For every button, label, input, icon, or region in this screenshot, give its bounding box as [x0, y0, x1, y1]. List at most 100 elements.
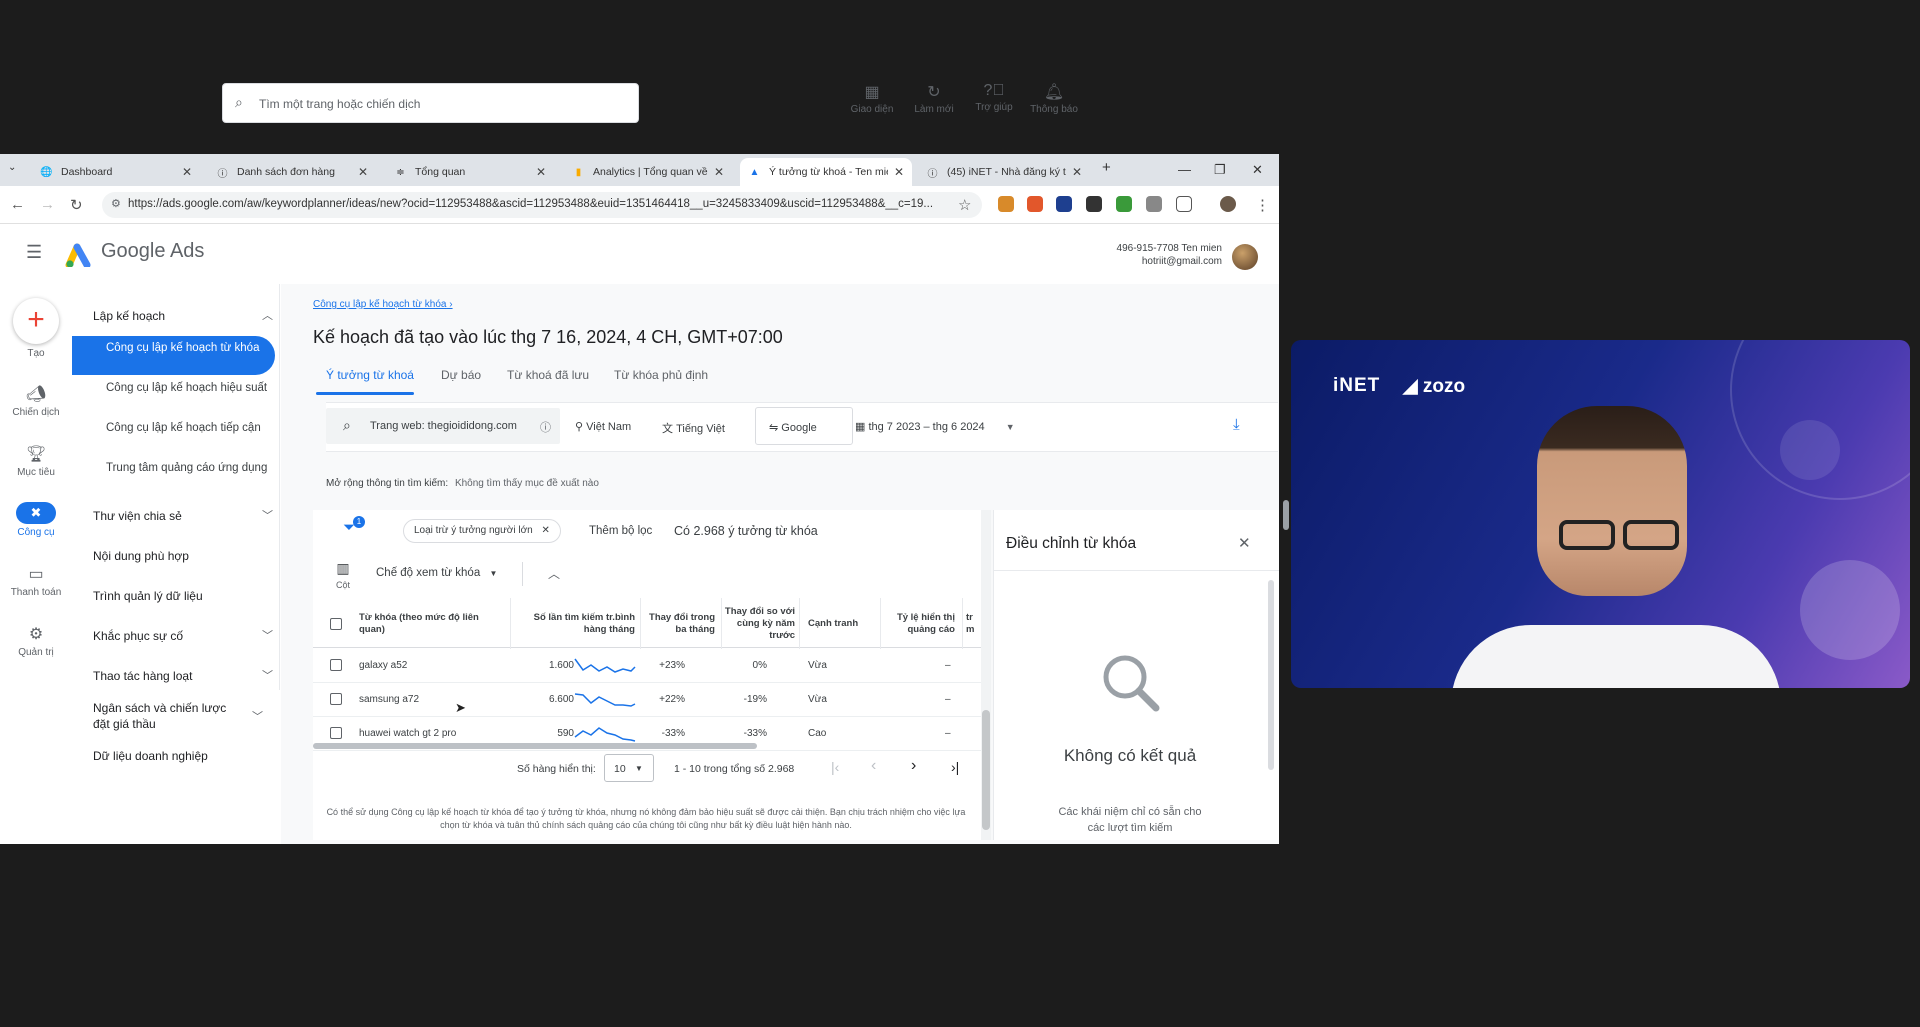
add-filter-button[interactable]: Thêm bộ lọc	[589, 525, 652, 537]
rail-item-goals[interactable]: 🏆︎ Mục tiêu	[0, 444, 72, 478]
sidenav-item-shared-library[interactable]: Thư viện chia sẻ ﹀	[93, 508, 273, 524]
col-three-month-change[interactable]: Thay đổi trong ba tháng	[643, 612, 715, 636]
sidenav-item-data-manager[interactable]: Trình quản lý dữ liệu	[93, 588, 273, 604]
rail-item-admin[interactable]: ⚙ Quản trị	[0, 624, 72, 658]
appearance-button[interactable]: ▦ Giao diện	[842, 82, 902, 115]
rows-per-page-select[interactable]: 10 ▼	[604, 754, 654, 782]
sidenav-item-budgets-bidding[interactable]: Ngân sách và chiến lược đặt giá thầu	[93, 700, 243, 732]
restore-icon[interactable]: ❐	[1214, 162, 1226, 178]
sidenav-item-bulk-actions[interactable]: Thao tác hàng loạt ﹀	[93, 668, 273, 684]
tab-search-icon[interactable]: ⌄	[8, 162, 16, 173]
minimize-icon[interactable]: —	[1178, 162, 1191, 177]
extension-icon[interactable]	[1056, 196, 1072, 212]
help-button[interactable]: ?⃝ Trợ giúp	[964, 82, 1024, 113]
tab-forecast[interactable]: Dự báo	[441, 368, 481, 382]
website-filter[interactable]: ⌕ Trang web: thegioididong.com ⓘ	[326, 408, 560, 444]
row-checkbox[interactable]	[330, 727, 342, 739]
url-field[interactable]: ⚙ https://ads.google.com/aw/keywordplann…	[102, 192, 982, 218]
horizontal-scrollbar[interactable]	[313, 743, 757, 749]
extension-icon[interactable]	[1027, 196, 1043, 212]
browser-tab[interactable]: ≑ Tổng quan ✕	[386, 158, 554, 186]
col-competition[interactable]: Cạnh tranh	[808, 618, 862, 630]
tab-negative-keywords[interactable]: Từ khóa phủ định	[614, 368, 708, 382]
next-page-icon[interactable]: ›	[911, 757, 916, 775]
extension-icon[interactable]	[1086, 196, 1102, 212]
col-avg-searches[interactable]: Số lần tìm kiếm tr.bình hàng tháng	[527, 612, 635, 636]
reload-icon[interactable]: ↻	[70, 196, 83, 214]
view-mode-dropdown[interactable]: Chế độ xem từ khóa ▼	[376, 567, 497, 579]
search-input[interactable]: ⌕ Tìm một trang hoặc chiến dịch	[222, 83, 639, 123]
table-row[interactable]: galaxy a52 1.600 +23% 0% Vừa –	[313, 649, 981, 683]
forward-icon[interactable]: →	[40, 196, 55, 213]
extension-icon[interactable]	[998, 196, 1014, 212]
profile-avatar[interactable]	[1220, 196, 1236, 212]
previous-page-icon[interactable]: ‹	[871, 757, 876, 775]
close-icon[interactable]: ✕	[182, 165, 192, 179]
back-icon[interactable]: ←	[10, 196, 25, 213]
camera-icon[interactable]	[1146, 196, 1162, 212]
collapse-chevron-icon[interactable]: ︿	[548, 565, 560, 582]
rail-item-create[interactable]: + Tạo	[0, 298, 72, 359]
rail-item-billing[interactable]: ▭ Thanh toán	[0, 564, 72, 598]
sidenav-item-business-data[interactable]: Dữ liệu doanh nghiệp	[93, 748, 273, 764]
rail-item-campaigns[interactable]: 📣︎ Chiến dịch	[0, 384, 72, 418]
account-info[interactable]: 496-915-7708 Ten mien hotriit@gmail.com	[1100, 242, 1222, 268]
close-icon[interactable]: ✕	[894, 165, 904, 179]
last-page-icon[interactable]: ›|	[951, 759, 959, 775]
browser-tab[interactable]: ⓘ Danh sách đơn hàng ✕	[208, 158, 376, 186]
close-icon[interactable]: ✕	[358, 165, 368, 179]
extensions-puzzle-icon[interactable]	[1176, 196, 1192, 212]
sidenav-item-troubleshooting[interactable]: Khắc phục sự cố ﹀	[93, 628, 273, 644]
scrollbar-thumb[interactable]	[982, 710, 990, 830]
tab-keyword-ideas[interactable]: Ý tưởng từ khoá	[326, 368, 414, 382]
sidenav-item-content-suitability[interactable]: Nội dung phù hợp	[93, 548, 273, 564]
col-keyword[interactable]: Từ khóa (theo mức độ liên quan)	[359, 612, 487, 636]
menu-icon[interactable]: ☰	[26, 242, 42, 263]
sidenav-sub-app-ads-hub[interactable]: Trung tâm quảng cáo ứng dụng	[106, 460, 271, 476]
rail-item-tools[interactable]: ✖ Công cụ	[0, 502, 72, 538]
tab-saved-keywords[interactable]: Từ khoá đã lưu	[507, 368, 589, 382]
sidenav-sub-reach-planner[interactable]: Công cụ lập kế hoạch tiếp cận	[106, 420, 271, 436]
split-view-handle[interactable]	[1283, 500, 1289, 530]
row-checkbox[interactable]	[330, 659, 342, 671]
columns-button[interactable]: ▥ Cột	[333, 560, 353, 590]
trend-sparkline	[574, 658, 636, 673]
sidenav-sub-performance-planner[interactable]: Công cụ lập kế hoạch hiệu suất	[106, 380, 271, 396]
browser-tab-active[interactable]: ▲ Ý tưởng từ khoá - Ten mie ✕	[740, 158, 912, 186]
select-all-checkbox[interactable]	[330, 618, 342, 630]
vertical-scrollbar[interactable]	[981, 510, 991, 840]
table-row[interactable]: samsung a72 6.600 +22% -19% Vừa –	[313, 683, 981, 717]
sidenav-sub-keyword-planner[interactable]: Công cụ lập kế hoạch từ khóa	[106, 340, 271, 356]
first-page-icon[interactable]: |‹	[831, 759, 839, 775]
extension-icon[interactable]	[1116, 196, 1132, 212]
sidenav-item-planning[interactable]: Lập kế hoạch ︿	[93, 308, 273, 324]
close-icon[interactable]: ✕	[541, 525, 549, 536]
language-filter[interactable]: 文 Tiếng Việt	[662, 420, 725, 436]
new-tab-icon[interactable]: +	[1102, 159, 1111, 176]
refresh-button[interactable]: ↻ Làm mới	[904, 82, 964, 115]
date-range-filter[interactable]: ▦ thg 7 2023 – thg 6 2024 ▼	[855, 420, 1015, 433]
browser-tab[interactable]: ⓘ (45) iNET - Nhà đăng ký t ✕	[918, 158, 1090, 186]
breadcrumb[interactable]: Công cụ lập kế hoạch từ khóa ›	[313, 299, 453, 310]
close-window-icon[interactable]: ✕	[1252, 162, 1263, 178]
download-icon[interactable]: ⤓	[1233, 416, 1240, 433]
row-checkbox[interactable]	[330, 693, 342, 705]
exclude-adult-chip[interactable]: Loại trừ ý tưởng người lớn ✕	[403, 519, 561, 543]
close-icon[interactable]: ✕	[1238, 534, 1251, 552]
close-icon[interactable]: ✕	[536, 165, 546, 179]
location-filter[interactable]: ⚲ Việt Nam	[575, 420, 631, 433]
browser-tab[interactable]: 🌐 Dashboard ✕	[32, 158, 200, 186]
browser-menu-icon[interactable]: ⋮	[1255, 196, 1270, 214]
avatar[interactable]	[1232, 244, 1258, 270]
close-icon[interactable]: ✕	[1072, 165, 1082, 179]
col-yoy-change[interactable]: Thay đổi so với cùng kỳ năm trước	[724, 606, 795, 642]
panel-scrollbar[interactable]	[1268, 580, 1274, 770]
close-icon[interactable]: ✕	[714, 165, 724, 179]
browser-tab[interactable]: ▮ Analytics | Tổng quan về h ✕	[564, 158, 732, 186]
notifications-button[interactable]: 🔔︎ Thông báo	[1024, 82, 1084, 115]
info-icon[interactable]: ⓘ	[540, 419, 551, 435]
col-ad-impression-share[interactable]: Tỷ lệ hiển thị quảng cáo	[890, 612, 955, 636]
site-info-icon[interactable]: ⚙	[111, 197, 121, 210]
bookmark-star-icon[interactable]: ☆	[958, 196, 971, 214]
network-filter[interactable]: ⇋ Google	[755, 407, 853, 445]
